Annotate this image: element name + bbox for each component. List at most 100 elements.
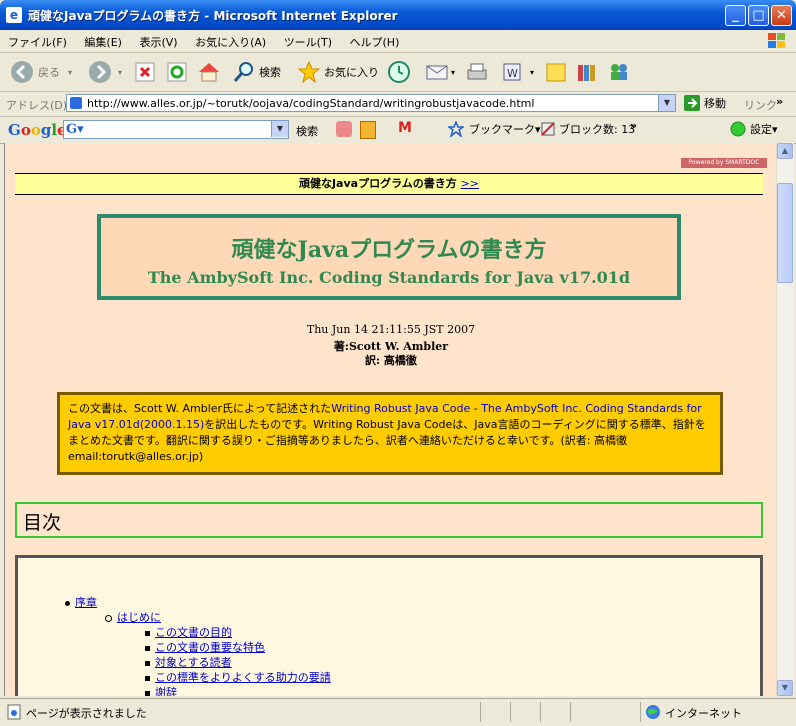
more-chevron-icon[interactable]: » bbox=[630, 119, 637, 132]
status-divider bbox=[640, 702, 641, 722]
go-button[interactable]: 移動 bbox=[684, 95, 726, 111]
toc-item-introduction[interactable]: はじめに bbox=[105, 609, 161, 625]
settings-button[interactable]: 設定▾ bbox=[730, 121, 778, 137]
search-icon bbox=[233, 62, 253, 82]
back-arrow-icon bbox=[11, 61, 33, 83]
home-button[interactable] bbox=[197, 59, 221, 85]
back-dropdown-icon[interactable]: ▾ bbox=[68, 68, 72, 77]
notice-text-pre: この文書は、Scott W. Ambler氏によって記述された bbox=[68, 402, 332, 415]
gmail-icon[interactable]: M bbox=[398, 120, 412, 136]
scroll-up-button[interactable]: ▲ bbox=[777, 143, 793, 159]
google-dropdown-icon[interactable]: ▼ bbox=[271, 121, 288, 137]
translation-notice: この文書は、Scott W. Ambler氏によって記述されたWriting R… bbox=[57, 392, 723, 475]
forward-arrow-icon bbox=[89, 61, 111, 83]
back-button[interactable]: 戻る ▾ bbox=[10, 59, 72, 85]
mail-button[interactable]: ▾ bbox=[425, 59, 455, 85]
toc-link-features[interactable]: この文書の重要な特色 bbox=[155, 641, 265, 654]
messenger-button[interactable] bbox=[607, 59, 631, 85]
vertical-scrollbar[interactable]: ▲ ▼ bbox=[776, 143, 794, 696]
powered-by-badge[interactable]: Powered by SMARTDOC bbox=[681, 158, 767, 168]
mail-dropdown-icon[interactable]: ▾ bbox=[451, 68, 455, 77]
menu-tools[interactable]: ツール(T) bbox=[276, 30, 338, 50]
research-button[interactable] bbox=[575, 59, 599, 85]
minimize-button[interactable]: _ bbox=[725, 5, 746, 26]
edit-dropdown-icon[interactable]: ▾ bbox=[530, 68, 534, 77]
forward-dropdown-icon[interactable]: ▾ bbox=[118, 68, 122, 77]
bookmark-star-icon bbox=[448, 121, 464, 137]
menu-file[interactable]: ファイル(F) bbox=[0, 30, 73, 50]
toc-link-purpose[interactable]: この文書の目的 bbox=[155, 626, 232, 639]
toc-item-features[interactable]: この文書の重要な特色 bbox=[145, 639, 265, 655]
toc-item-help-request[interactable]: この標準をよりよくする助力の要請 bbox=[145, 669, 331, 685]
note-icon bbox=[546, 63, 566, 82]
toc-item-purpose[interactable]: この文書の目的 bbox=[145, 624, 232, 640]
menu-bar: ファイル(F) 編集(E) 表示(V) お気に入り(A) ツール(T) ヘルプ(… bbox=[0, 30, 796, 53]
stop-icon bbox=[135, 62, 155, 82]
toc-item-audience[interactable]: 対象とする読者 bbox=[145, 654, 232, 670]
square-bullet-icon bbox=[145, 675, 150, 681]
title-box: 頑健なJavaプログラムの書き方 The AmbySoft Inc. Codin… bbox=[97, 214, 681, 300]
circle-bullet-icon bbox=[105, 614, 112, 622]
search-button[interactable]: 検索 bbox=[232, 59, 281, 85]
toc-link-help-request[interactable]: この標準をよりよくする助力の要請 bbox=[155, 671, 331, 684]
menu-view[interactable]: 表示(V) bbox=[131, 30, 183, 50]
back-label: 戻る bbox=[38, 66, 60, 79]
header-next-link[interactable]: >> bbox=[461, 177, 479, 190]
publish-date: Thu Jun 14 21:11:55 JST 2007 bbox=[306, 323, 476, 336]
toc-link-preface[interactable]: 序章 bbox=[75, 596, 97, 609]
address-dropdown-icon[interactable]: ▼ bbox=[658, 95, 675, 111]
close-button[interactable]: ✕ bbox=[771, 5, 792, 26]
toc-link-introduction[interactable]: はじめに bbox=[117, 611, 161, 624]
title-english: The AmbySoft Inc. Coding Standards for J… bbox=[147, 268, 631, 287]
pagerank-icon[interactable] bbox=[336, 121, 352, 137]
forward-button[interactable]: ▾ bbox=[88, 59, 122, 85]
stop-button[interactable] bbox=[134, 59, 156, 85]
toc-item-acknowledgements[interactable]: 謝辞 bbox=[145, 684, 177, 696]
toc-heading: 目次 bbox=[15, 502, 763, 538]
status-divider bbox=[480, 702, 481, 722]
refresh-button[interactable] bbox=[166, 59, 188, 85]
messenger-icon bbox=[611, 64, 627, 80]
word-icon: W bbox=[503, 63, 521, 81]
go-arrow-icon bbox=[684, 95, 700, 111]
print-icon bbox=[467, 63, 487, 80]
bookmarks-button[interactable]: ブックマーク▾ bbox=[448, 121, 541, 137]
page-viewport[interactable]: Powered by SMARTDOC 頑健なJavaプログラムの書き方 >> … bbox=[4, 143, 777, 696]
square-bullet-icon bbox=[145, 660, 150, 666]
print-button[interactable] bbox=[465, 59, 489, 85]
address-input[interactable]: http://www.alles.or.jp/~torutk/oojava/co… bbox=[66, 94, 676, 112]
toc-item-preface[interactable]: 序章 bbox=[65, 594, 97, 610]
google-g-icon: G▾ bbox=[66, 122, 84, 137]
home-icon bbox=[199, 63, 219, 82]
title-japanese: 頑健なJavaプログラムの書き方 bbox=[231, 237, 547, 263]
favorites-button[interactable]: お気に入り bbox=[297, 59, 379, 85]
research-icon bbox=[578, 65, 595, 81]
scroll-thumb[interactable] bbox=[777, 183, 793, 283]
page-done-icon bbox=[7, 704, 21, 720]
google-logo[interactable]: Google bbox=[8, 121, 67, 139]
security-zone: インターネット bbox=[665, 707, 742, 720]
news-icon[interactable] bbox=[360, 121, 376, 139]
maximize-button[interactable]: □ bbox=[748, 5, 769, 26]
google-search-button[interactable]: 検索 bbox=[296, 123, 318, 139]
discuss-button[interactable] bbox=[544, 59, 568, 85]
menu-favorites[interactable]: お気に入り(A) bbox=[187, 30, 272, 50]
status-divider bbox=[540, 702, 541, 722]
menu-help[interactable]: ヘルプ(H) bbox=[342, 30, 406, 50]
status-bar: ページが表示されました インターネット bbox=[0, 698, 796, 726]
scroll-down-button[interactable]: ▼ bbox=[777, 680, 793, 696]
toc-link-acknowledgements[interactable]: 謝辞 bbox=[155, 686, 177, 696]
windows-logo-icon bbox=[768, 33, 785, 48]
ie-icon: e bbox=[6, 7, 22, 23]
popup-blocker-button[interactable]: ブロック数: 13 bbox=[540, 121, 635, 137]
status-divider bbox=[570, 702, 571, 722]
status-divider bbox=[510, 702, 511, 722]
toc-link-audience[interactable]: 対象とする読者 bbox=[155, 656, 232, 669]
history-button[interactable] bbox=[387, 59, 411, 85]
links-label[interactable]: リンク bbox=[744, 97, 777, 113]
menu-edit[interactable]: 編集(E) bbox=[76, 30, 128, 50]
google-search-input[interactable]: G▾ ▼ bbox=[63, 120, 289, 139]
title-bar: e 頑健なJavaプログラムの書き方 - Microsoft Internet … bbox=[0, 0, 796, 30]
links-chevron-icon[interactable]: » bbox=[776, 95, 783, 108]
edit-button[interactable]: W ▾ bbox=[500, 59, 534, 85]
